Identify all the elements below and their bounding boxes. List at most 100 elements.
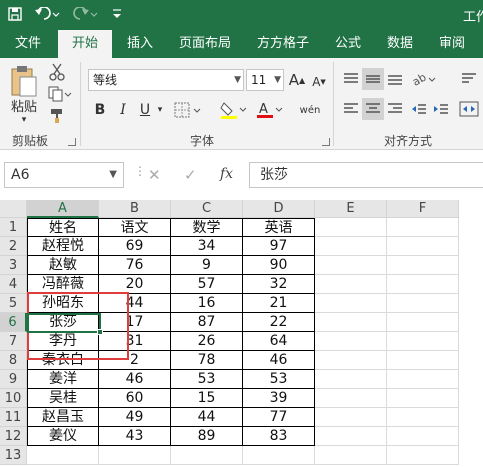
column-header-d[interactable]: D — [243, 200, 315, 218]
cell-a4[interactable]: 冯醉薇 — [27, 275, 99, 294]
cell-c12[interactable]: 89 — [171, 427, 243, 446]
cell-e3[interactable] — [315, 256, 387, 275]
cell-e2[interactable] — [315, 237, 387, 256]
cell-c2[interactable]: 34 — [171, 237, 243, 256]
row-header-2[interactable]: 2 — [0, 237, 27, 256]
cell-f2[interactable] — [387, 237, 459, 256]
cell-d10[interactable]: 39 — [243, 389, 315, 408]
cell-f12[interactable] — [387, 427, 459, 446]
cell-a12[interactable]: 姜仪 — [27, 427, 99, 446]
tab-review[interactable]: 审阅 — [432, 30, 472, 58]
cell-f5[interactable] — [387, 294, 459, 313]
font-name-combo[interactable]: 等线 ▼ — [88, 69, 244, 91]
row-header-13[interactable]: 13 — [0, 446, 27, 465]
increase-indent-icon[interactable] — [430, 98, 452, 120]
cell-f11[interactable] — [387, 408, 459, 427]
row-header-12[interactable]: 12 — [0, 427, 27, 446]
row-header-1[interactable]: 1 — [0, 218, 27, 237]
orientation-icon[interactable]: ab — [410, 68, 440, 90]
cell-a7[interactable]: 李丹 — [27, 332, 99, 351]
cell-b11[interactable]: 49 — [99, 408, 171, 427]
font-size-combo[interactable]: 11 ▼ — [246, 69, 284, 91]
undo-icon[interactable] — [32, 4, 64, 24]
underline-button[interactable]: U — [136, 98, 154, 122]
tab-data[interactable]: 数据 — [380, 30, 420, 58]
cell-c3[interactable]: 9 — [171, 256, 243, 275]
font-color-icon[interactable]: A — [254, 98, 286, 122]
name-box[interactable]: A6 ▼ — [4, 162, 124, 188]
row-header-11[interactable]: 11 — [0, 408, 27, 427]
cell-c5[interactable]: 16 — [171, 294, 243, 313]
cell-a9[interactable]: 姜洋 — [27, 370, 99, 389]
tab-home[interactable]: 开始 — [58, 30, 112, 58]
cell-c10[interactable]: 15 — [171, 389, 243, 408]
cell-b10[interactable]: 60 — [99, 389, 171, 408]
insert-function-icon[interactable]: fx — [220, 166, 233, 182]
cell-e10[interactable] — [315, 389, 387, 408]
cell-f13[interactable] — [387, 446, 459, 465]
cell-e7[interactable] — [315, 332, 387, 351]
cell-a3[interactable]: 赵敏 — [27, 256, 99, 275]
cell-d7[interactable]: 64 — [243, 332, 315, 351]
cell-e4[interactable] — [315, 275, 387, 294]
save-icon[interactable] — [6, 4, 24, 24]
cell-c4[interactable]: 57 — [171, 275, 243, 294]
grow-font-icon[interactable]: A ▲ — [288, 69, 306, 91]
cell-d5[interactable]: 21 — [243, 294, 315, 313]
align-center-icon[interactable] — [362, 98, 384, 120]
cell-c13[interactable] — [171, 446, 243, 465]
select-all-corner[interactable] — [0, 200, 27, 218]
fill-color-icon[interactable] — [218, 98, 250, 122]
align-top-icon[interactable] — [340, 68, 362, 90]
row-header-4[interactable]: 4 — [0, 275, 27, 294]
tab-insert[interactable]: 插入 — [118, 30, 162, 58]
formula-input[interactable]: 张莎 — [249, 162, 483, 188]
cell-a13[interactable] — [27, 446, 99, 465]
cancel-icon[interactable]: ✕ — [148, 166, 161, 184]
paste-button[interactable]: 粘贴 — [6, 96, 42, 115]
format-painter-icon[interactable] — [46, 106, 68, 126]
cell-f8[interactable] — [387, 351, 459, 370]
copy-icon[interactable] — [46, 84, 74, 104]
redo-icon[interactable] — [70, 4, 102, 24]
cell-b2[interactable]: 69 — [99, 237, 171, 256]
align-middle-icon[interactable] — [362, 68, 384, 90]
paste-icon[interactable] — [8, 62, 40, 98]
cell-c6[interactable]: 87 — [171, 313, 243, 332]
fill-handle[interactable] — [97, 329, 103, 335]
row-header-10[interactable]: 10 — [0, 389, 27, 408]
cell-e5[interactable] — [315, 294, 387, 313]
cell-e12[interactable] — [315, 427, 387, 446]
cell-a10[interactable]: 吴桂 — [27, 389, 99, 408]
wrap-text-icon[interactable] — [458, 68, 480, 90]
row-header-9[interactable]: 9 — [0, 370, 27, 389]
cell-a1[interactable]: 姓名 — [27, 218, 99, 237]
cell-d2[interactable]: 97 — [243, 237, 315, 256]
underline-dropdown-icon[interactable]: ▾ — [154, 98, 166, 122]
row-header-8[interactable]: 8 — [0, 351, 27, 370]
cell-c8[interactable]: 78 — [171, 351, 243, 370]
clipboard-launcher-icon[interactable] — [68, 138, 76, 146]
merge-center-icon[interactable] — [456, 98, 482, 120]
font-launcher-icon[interactable] — [322, 138, 330, 146]
cell-d4[interactable]: 32 — [243, 275, 315, 294]
column-header-b[interactable]: B — [99, 200, 171, 218]
cell-b4[interactable]: 20 — [99, 275, 171, 294]
cell-b13[interactable] — [99, 446, 171, 465]
cell-c11[interactable]: 44 — [171, 408, 243, 427]
column-header-f[interactable]: F — [387, 200, 459, 218]
row-header-3[interactable]: 3 — [0, 256, 27, 275]
cell-e13[interactable] — [315, 446, 387, 465]
cell-d3[interactable]: 90 — [243, 256, 315, 275]
paste-dropdown-icon[interactable]: ▾ — [14, 114, 34, 126]
cell-f9[interactable] — [387, 370, 459, 389]
cell-a6[interactable]: 张莎 — [27, 313, 99, 332]
shrink-font-icon[interactable]: A ▼ — [310, 71, 328, 93]
tab-file[interactable]: 文件 — [6, 30, 50, 58]
cell-d13[interactable] — [243, 446, 315, 465]
borders-icon[interactable] — [172, 98, 204, 122]
align-left-icon[interactable] — [340, 98, 362, 120]
column-header-c[interactable]: C — [171, 200, 243, 218]
cell-d12[interactable]: 83 — [243, 427, 315, 446]
cell-b8[interactable]: 2 — [99, 351, 171, 370]
